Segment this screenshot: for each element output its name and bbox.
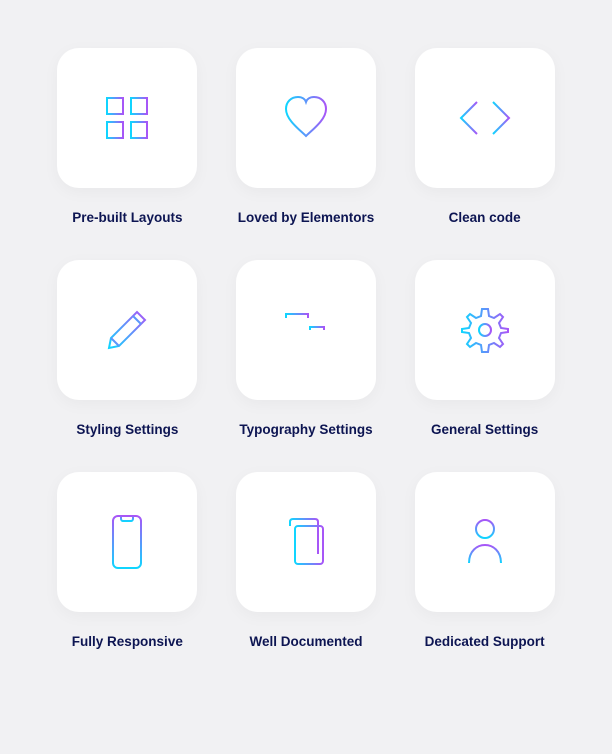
user-icon: [463, 515, 507, 569]
feature-label: Dedicated Support: [425, 634, 545, 649]
document-icon: [280, 514, 332, 570]
feature-label: Pre-built Layouts: [72, 210, 182, 225]
heart-icon: [278, 90, 334, 146]
feature-card: [57, 472, 197, 612]
feature-loved-by-elementors: Loved by Elementors: [231, 48, 382, 225]
feature-card: [415, 260, 555, 400]
feature-prebuilt-layouts: Pre-built Layouts: [52, 48, 203, 225]
feature-card: [415, 472, 555, 612]
feature-label: Well Documented: [249, 634, 362, 649]
grid-icon: [101, 92, 153, 144]
feature-label: Clean code: [449, 210, 521, 225]
feature-label: Typography Settings: [239, 422, 372, 437]
feature-card: [236, 48, 376, 188]
features-grid: Pre-built Layouts Loved by Elementors Cl…: [52, 48, 560, 649]
feature-well-documented: Well Documented: [231, 472, 382, 649]
feature-card: [236, 260, 376, 400]
pencil-icon: [99, 302, 155, 358]
feature-styling-settings: Styling Settings: [52, 260, 203, 437]
gear-icon: [458, 303, 512, 357]
feature-card: [415, 48, 555, 188]
feature-label: General Settings: [431, 422, 538, 437]
feature-label: Loved by Elementors: [238, 210, 375, 225]
code-icon: [455, 88, 515, 148]
feature-clean-code: Clean code: [409, 48, 560, 225]
feature-fully-responsive: Fully Responsive: [52, 472, 203, 649]
feature-label: Fully Responsive: [72, 634, 183, 649]
feature-dedicated-support: Dedicated Support: [409, 472, 560, 649]
phone-icon: [107, 512, 147, 572]
feature-card: [236, 472, 376, 612]
feature-label: Styling Settings: [76, 422, 178, 437]
feature-card: [57, 260, 197, 400]
feature-general-settings: General Settings: [409, 260, 560, 437]
feature-card: [57, 48, 197, 188]
typography-icon: [278, 302, 334, 358]
feature-typography-settings: Typography Settings: [231, 260, 382, 437]
